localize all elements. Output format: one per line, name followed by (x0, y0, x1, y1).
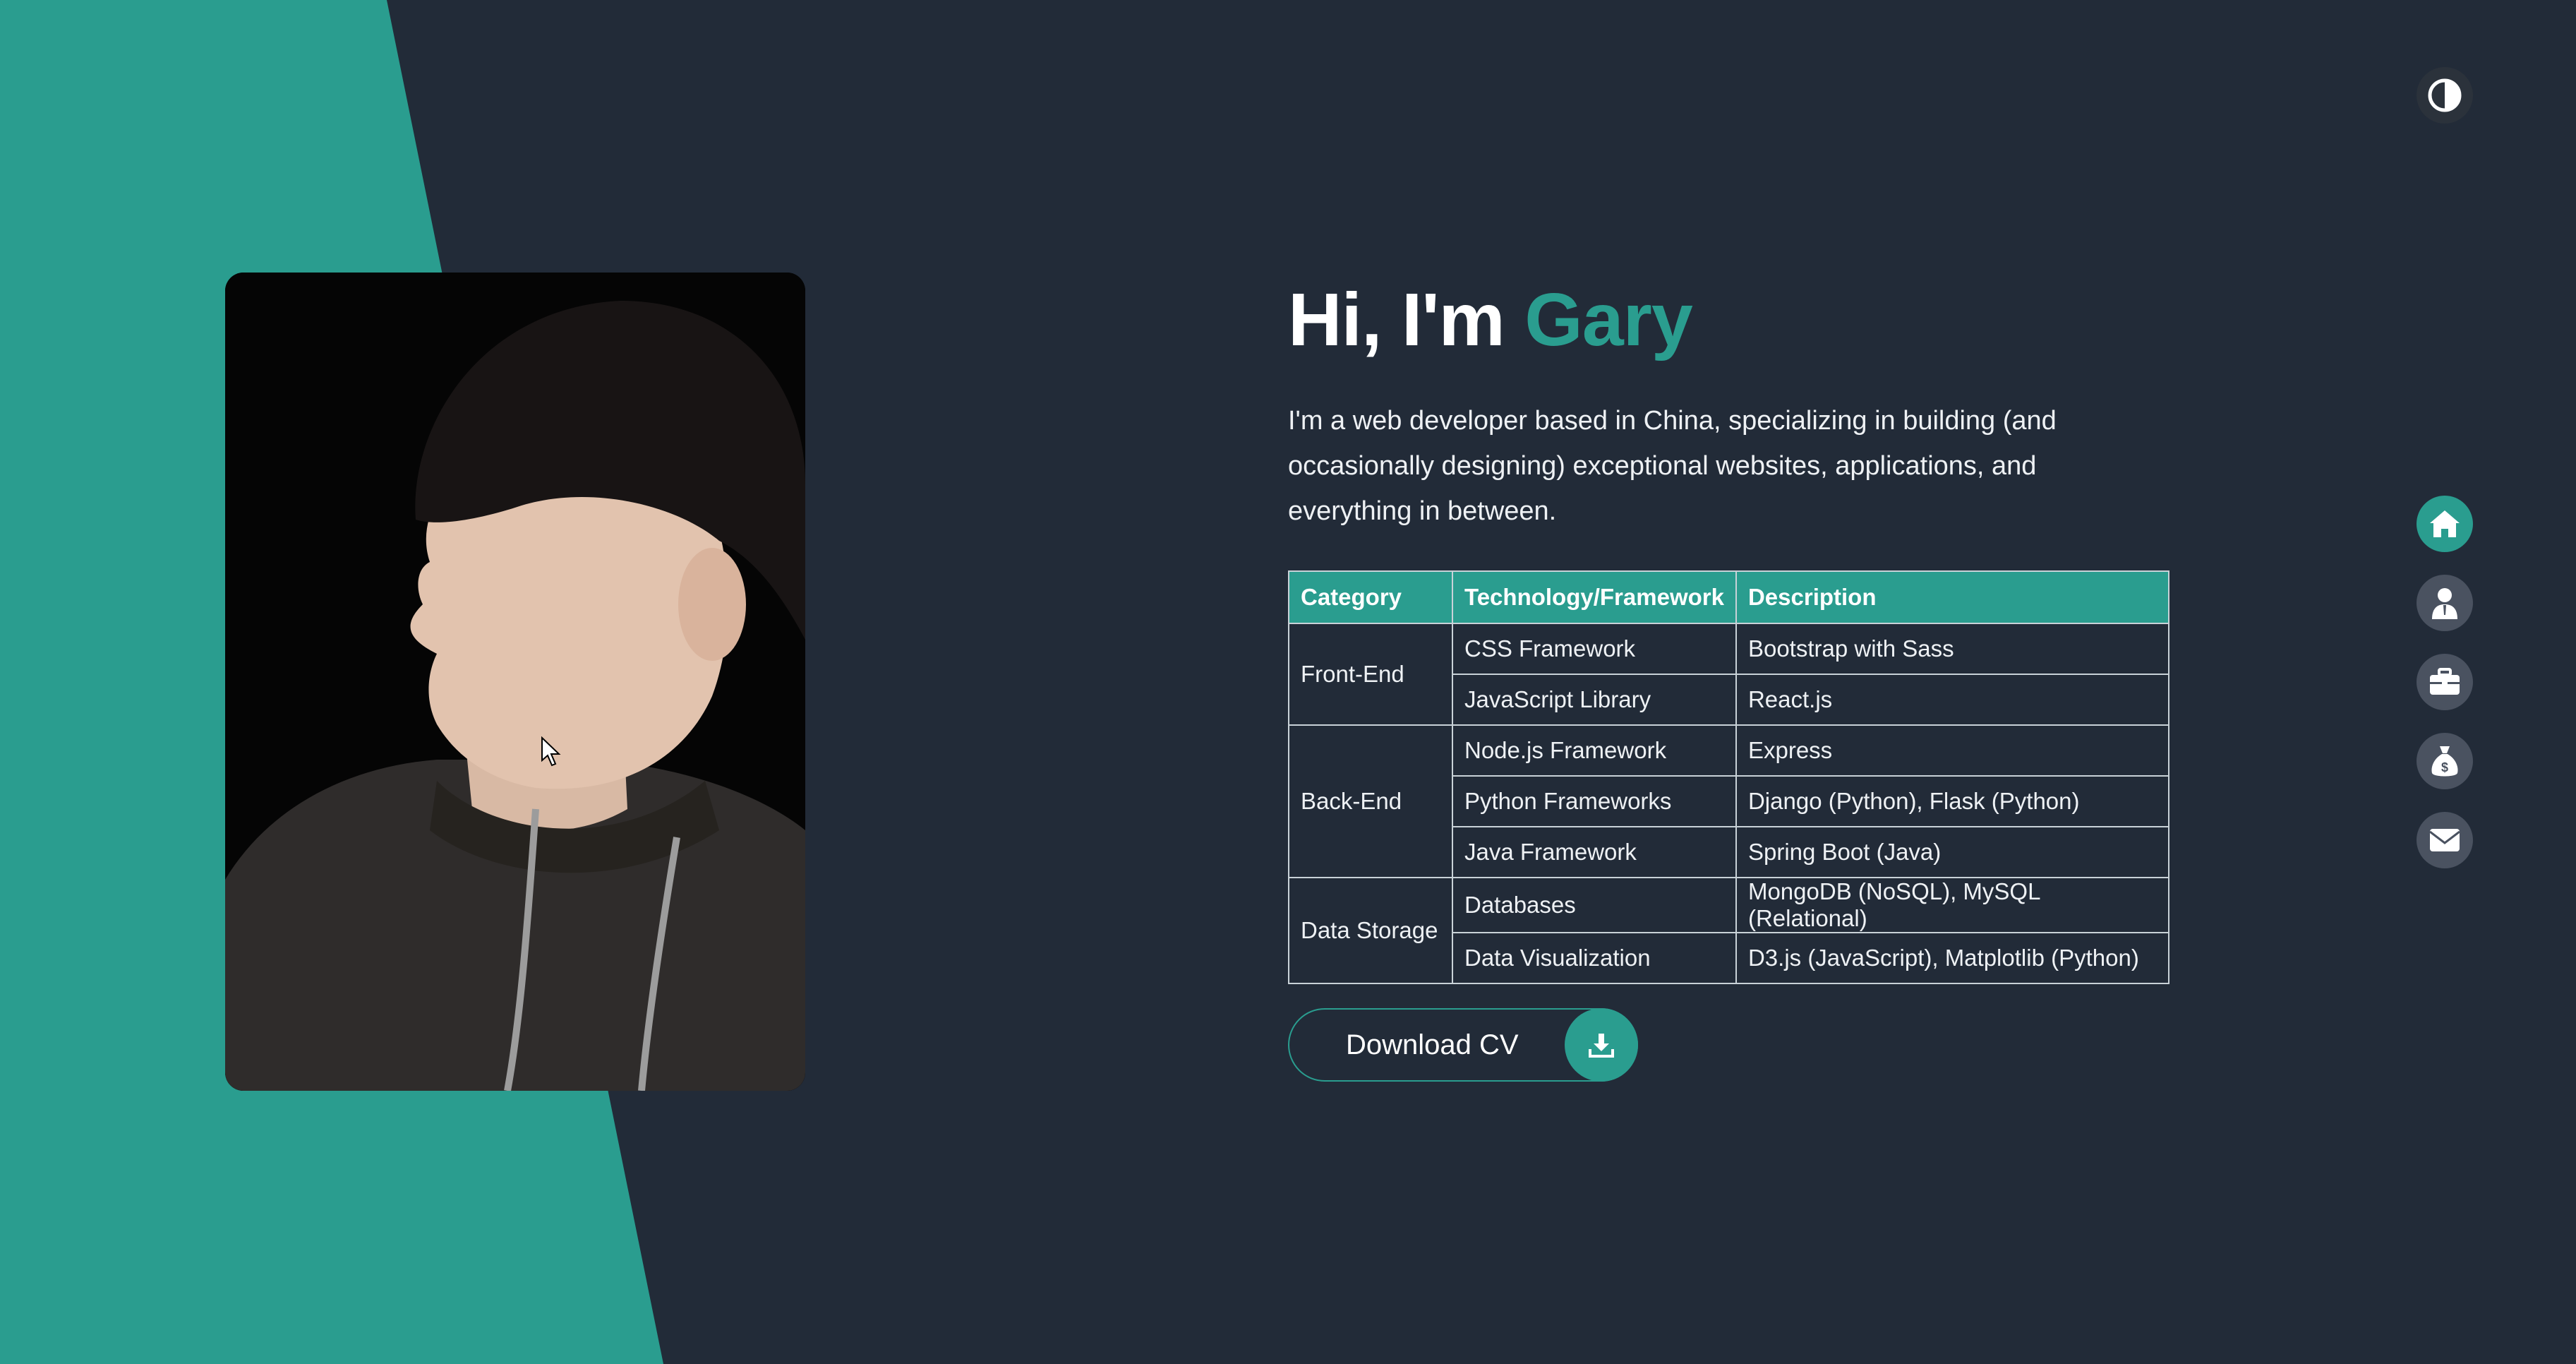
contrast-icon (2428, 78, 2462, 112)
technology-cell: Python Frameworks (1452, 774, 1737, 827)
nav-contact-button[interactable] (2416, 812, 2473, 868)
intro-paragraph: I'm a web developer based in China, spec… (1288, 405, 2057, 526)
table-row: Front-End CSS Framework Bootstrap with S… (1288, 622, 2170, 726)
category-cell: Back-End (1288, 724, 1453, 878)
tech-stack-table: Category Technology/Framework Descriptio… (1288, 570, 2170, 984)
nav-about-button[interactable] (2416, 575, 2473, 631)
home-icon (2430, 510, 2460, 537)
table-row: Data Storage Databases MongoDB (NoSQL), … (1288, 876, 2170, 984)
technology-cell: JavaScript Library (1452, 673, 1737, 726)
svg-text:$: $ (2441, 760, 2448, 774)
description-cell: D3.js (JavaScript), Matplotlib (Python) (1735, 931, 2170, 984)
category-cell: Data Storage (1288, 876, 1453, 984)
download-cv-label: Download CV (1346, 1029, 1519, 1060)
description-cell: Django (Python), Flask (Python) (1735, 774, 2170, 827)
download-cv-button[interactable]: Download CV (1288, 1008, 1638, 1082)
header-description: Description (1735, 570, 2170, 624)
hero-title: Hi, I'm Gary (1288, 279, 2170, 361)
description-cell: React.js (1735, 673, 2170, 726)
money-bag-icon: $ (2431, 746, 2458, 777)
greeting-text: Hi, I'm (1288, 278, 1525, 361)
technology-cell: Databases (1452, 876, 1737, 933)
briefcase-icon (2430, 668, 2460, 695)
technology-cell: Data Visualization (1452, 931, 1737, 984)
header-category: Category (1288, 570, 1453, 624)
download-icon (1565, 1008, 1638, 1082)
description-cell: Express (1735, 724, 2170, 777)
hero-name: Gary (1524, 278, 1693, 361)
nav-portfolio-button[interactable] (2416, 654, 2473, 710)
table-header-row: Category Technology/Framework Descriptio… (1288, 570, 2170, 624)
description-cell: Bootstrap with Sass (1735, 622, 2170, 675)
nav-home-button[interactable] (2416, 496, 2473, 552)
side-navigation: $ (2416, 496, 2473, 891)
user-icon (2432, 588, 2457, 619)
category-cell: Front-End (1288, 622, 1453, 726)
description-cell: Spring Boot (Java) (1735, 825, 2170, 878)
table-row: Back-End Node.js Framework Express (1288, 724, 2170, 878)
mouse-cursor (541, 736, 561, 767)
description-cell: MongoDB (NoSQL), MySQL (Relational) (1735, 876, 2170, 933)
theme-toggle-button[interactable] (2416, 67, 2473, 124)
nav-services-button[interactable]: $ (2416, 733, 2473, 789)
envelope-icon (2429, 829, 2460, 851)
profile-photo (225, 273, 805, 1091)
hero-content: Hi, I'm Gary I'm a web developer based i… (1288, 279, 2170, 984)
header-technology: Technology/Framework (1452, 570, 1737, 624)
technology-cell: Java Framework (1452, 825, 1737, 878)
technology-cell: CSS Framework (1452, 622, 1737, 675)
technology-cell: Node.js Framework (1452, 724, 1737, 777)
